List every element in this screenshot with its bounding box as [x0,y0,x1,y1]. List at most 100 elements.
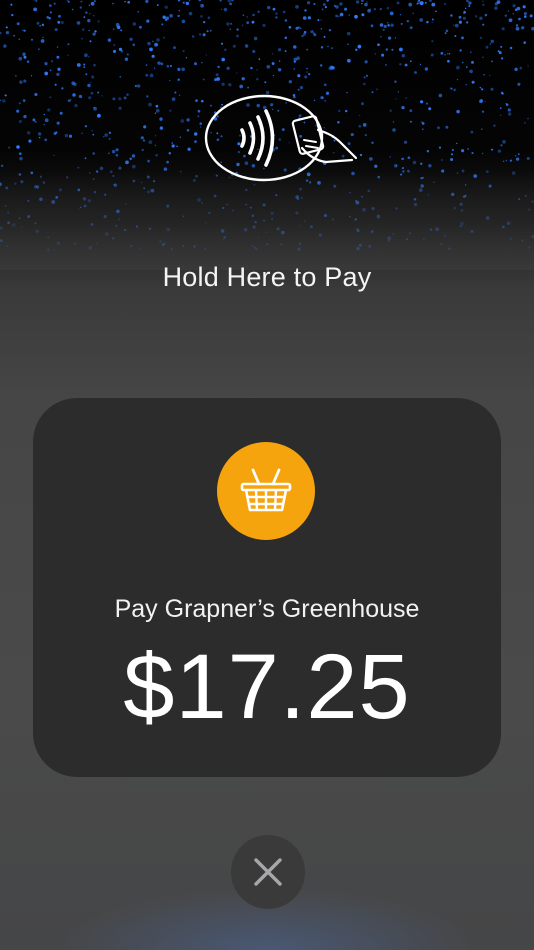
sparkle-dot [297,74,301,78]
sparkle-dot [406,19,410,23]
sparkle-dot [84,53,88,58]
sparkle-dot [61,87,64,90]
sparkle-dot [275,16,278,19]
sparkle-dot [414,71,417,74]
sparkle-dot [93,106,97,111]
sparkle-dot [148,102,152,107]
sparkle-dot [43,123,45,126]
sparkle-dot [97,113,101,118]
sparkle-dot [160,62,164,66]
sparkle-dot [148,140,153,144]
sparkle-dot [295,5,299,9]
sparkle-dot [517,82,521,86]
sparkle-dot [166,64,170,68]
sparkle-dot [37,48,40,51]
close-button[interactable] [231,835,305,909]
sparkle-dot [408,2,413,7]
sparkle-dot [177,0,181,2]
sparkle-dot [27,131,31,135]
sparkle-dot [446,53,449,55]
sparkle-dot [194,62,197,66]
sparkle-dot [348,14,350,16]
sparkle-dot [395,98,397,100]
sparkle-dot [174,91,177,94]
sparkle-dot [192,35,195,38]
sparkle-dot [521,26,525,30]
sparkle-dot [113,28,115,30]
sparkle-dot [377,43,380,47]
payment-amount: $17.25 [123,636,411,738]
sparkle-dot [49,96,52,99]
sparkle-dot [216,77,220,81]
sparkle-dot [34,120,37,123]
sparkle-dot [89,81,92,84]
sparkle-dot [108,137,111,140]
merchant-name: Pay Grapner’s Greenhouse [114,595,420,623]
sparkle-dot [87,83,91,88]
sparkle-dot [420,1,424,5]
sparkle-dot [296,56,300,61]
sparkle-dot [132,43,136,47]
sparkle-dot [71,81,76,86]
sparkle-dot [326,0,329,2]
sparkle-dot [10,3,13,6]
sparkle-dot [468,5,471,8]
sparkle-dot [499,107,502,109]
sparkle-dot [426,20,429,24]
sparkle-dot [363,76,366,79]
sparkle-dot [401,105,405,110]
sparkle-dot [396,1,400,5]
sparkle-dot [453,24,455,26]
sparkle-dot [256,78,259,81]
sparkle-dot [232,44,236,48]
sparkle-dot [83,63,86,66]
sparkle-dot [118,47,123,52]
sparkle-dot [60,20,64,25]
sparkle-dot [313,33,317,37]
sparkle-dot [507,10,510,12]
sparkle-dot [399,14,402,16]
sparkle-dot [227,0,231,3]
sparkle-dot [171,142,173,144]
sparkle-dot [421,122,425,125]
sparkle-dot [91,75,95,79]
sparkle-dot [93,63,96,67]
sparkle-dot [53,2,56,5]
sparkle-dot [385,48,389,51]
sparkle-dot [8,146,11,149]
sparkle-dot [333,4,337,8]
sparkle-dot [324,5,328,9]
sparkle-dot [169,79,171,82]
sparkle-dot [123,96,127,100]
sparkle-dot [209,29,212,32]
sparkle-dot [137,10,139,13]
sparkle-dot [71,8,74,11]
sparkle-dot [370,24,374,28]
sparkle-dot [76,21,81,25]
sparkle-dot [40,39,45,43]
sparkle-dot [420,100,424,104]
sparkle-dot [84,125,88,128]
sparkle-dot [74,104,78,108]
sparkle-dot [438,146,442,149]
sparkle-dot [523,41,527,44]
sparkle-dot [171,144,175,148]
sparkle-dot [116,25,121,30]
sparkle-dot [505,103,509,107]
sparkle-dot [445,125,449,129]
sparkle-dot [461,61,464,64]
sparkle-dot [88,55,90,58]
sparkle-dot [293,45,297,49]
sparkle-dot [220,42,224,45]
sparkle-dot [244,44,249,48]
sparkle-dot [64,133,69,138]
sparkle-dot [512,13,515,15]
sparkle-dot [293,68,296,70]
sparkle-dot [177,78,180,81]
sparkle-dot [252,49,256,54]
sparkle-dot [373,8,377,11]
sparkle-dot [444,32,447,35]
sparkle-dot [512,4,516,8]
sparkle-dot [23,114,27,119]
sparkle-dot [200,3,204,8]
